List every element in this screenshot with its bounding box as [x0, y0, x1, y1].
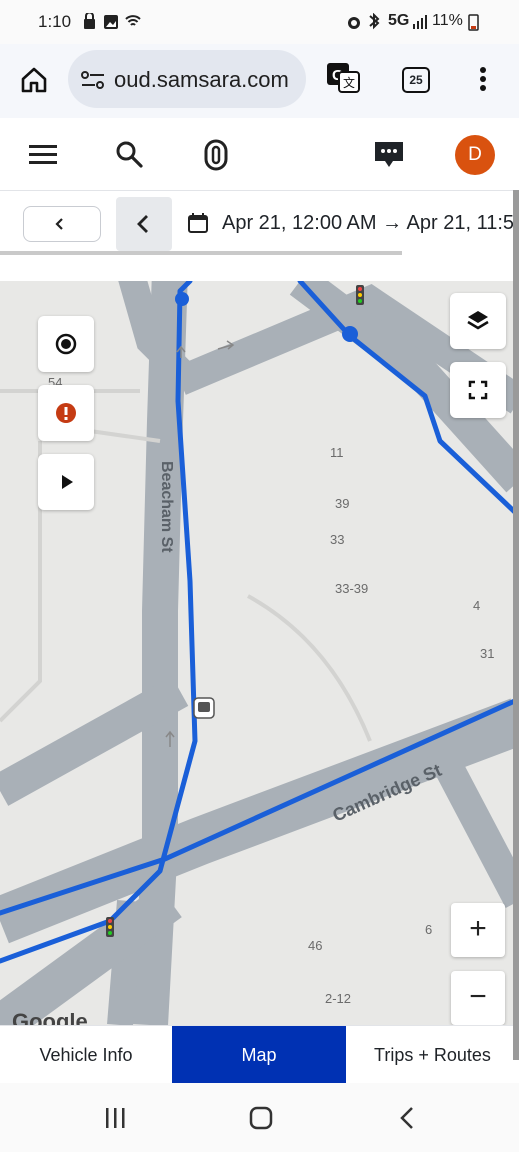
home-nav-icon[interactable] [249, 1106, 273, 1130]
address-number: 2-12 [325, 991, 352, 1006]
address-number: 4 [473, 598, 481, 613]
zoom-out-button[interactable]: − [451, 971, 505, 1025]
previous-button[interactable] [23, 206, 101, 242]
address-number: 11 [330, 445, 344, 460]
play-button[interactable] [38, 454, 94, 510]
bottom-tab-bar: Vehicle Info Map Trips + Routes [0, 1025, 519, 1084]
network-label: 5G [388, 12, 410, 29]
system-nav-bar [0, 1083, 519, 1152]
hamburger-menu-icon[interactable] [28, 142, 58, 166]
battery-percent: 11% [432, 12, 463, 29]
play-icon [62, 475, 73, 489]
locate-button[interactable] [38, 316, 94, 372]
chat-icon[interactable] [373, 140, 405, 170]
app-header: D [0, 118, 519, 191]
address-number: 33 [330, 532, 345, 547]
more-options-icon[interactable] [478, 66, 488, 94]
google-logo: Google [12, 1009, 88, 1025]
tab-switcher-button[interactable]: 25 [402, 67, 430, 93]
traffic-light-icon [106, 917, 114, 937]
home-icon[interactable] [20, 66, 48, 94]
tab-trips-routes[interactable]: Trips + Routes [346, 1026, 519, 1084]
status-icons-left [84, 13, 141, 29]
address-number: 33-39 [335, 581, 369, 596]
chevron-left-icon [55, 218, 63, 230]
recent-apps-icon[interactable] [104, 1107, 128, 1129]
map-view[interactable]: Beacham St Cambridge St Google 54 11 39 … [0, 281, 519, 1025]
traffic-light-icon [356, 285, 364, 305]
address-number: 31 [480, 646, 495, 661]
battery-icon [468, 14, 479, 31]
address-bar[interactable]: oud.samsara.com [68, 50, 306, 108]
route-marker[interactable] [175, 292, 189, 306]
date-range-text[interactable]: Apr 21, 12:00 AM → Apr 21, 11:5 [222, 212, 514, 235]
status-time: 1:10 [38, 12, 72, 31]
address-number: 6 [425, 922, 433, 937]
zoom-in-button[interactable]: + [451, 903, 505, 957]
site-settings-icon[interactable] [80, 70, 106, 90]
alerts-button[interactable] [38, 385, 94, 441]
alert-icon [56, 403, 76, 423]
calendar-icon [188, 213, 208, 233]
url-text: oud.samsara.com [114, 67, 289, 92]
status-bar: 1:10 5G 11% [0, 0, 519, 44]
back-button[interactable] [116, 197, 172, 251]
back-nav-icon[interactable] [398, 1106, 416, 1130]
route-marker[interactable] [342, 326, 358, 342]
avatar[interactable]: D [455, 135, 495, 175]
browser-toolbar: oud.samsara.com G 文 25 [0, 44, 519, 118]
fullscreen-button[interactable] [450, 362, 506, 418]
tab-map[interactable]: Map [172, 1026, 346, 1084]
horizontal-scrollbar[interactable] [0, 251, 402, 255]
svg-text:文: 文 [343, 75, 355, 90]
bus-stop-icon[interactable] [193, 697, 215, 719]
page-scrollbar[interactable] [513, 190, 519, 1060]
layers-button[interactable] [450, 293, 506, 349]
layers-icon [467, 311, 489, 330]
translate-icon[interactable]: G 文 [325, 60, 361, 96]
target-icon [55, 333, 77, 355]
date-range-bar: Apr 21, 12:00 AM → Apr 21, 11:5 [0, 191, 519, 261]
fullscreen-icon [468, 380, 488, 400]
attachment-icon[interactable] [201, 138, 231, 172]
signal-icon [413, 15, 427, 29]
search-icon[interactable] [114, 139, 144, 169]
status-icons-right [348, 13, 380, 30]
address-number: 39 [335, 496, 350, 511]
street-label: Beacham St [158, 461, 175, 553]
chevron-left-icon [137, 215, 148, 233]
address-number: 46 [308, 938, 323, 953]
tab-vehicle-info[interactable]: Vehicle Info [0, 1026, 172, 1084]
